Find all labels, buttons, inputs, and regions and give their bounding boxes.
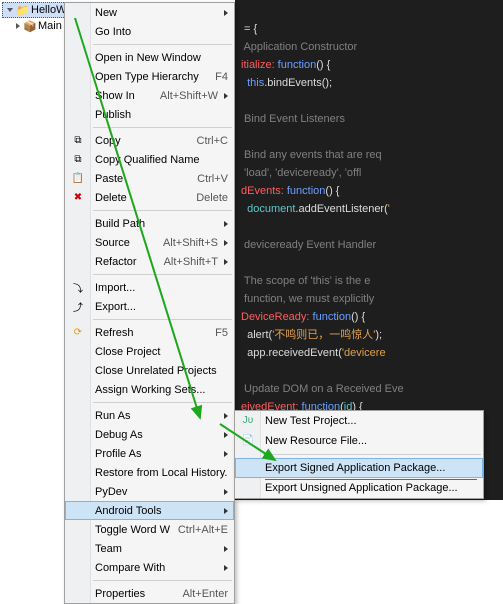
menu-separator [93, 402, 232, 403]
menu-item-build-path[interactable]: Build Path [65, 214, 234, 233]
menu-item-pydev[interactable]: PyDev [65, 482, 234, 501]
tree-item-root[interactable]: 📁 HelloW [2, 2, 66, 18]
tree-item-label: Main [38, 20, 62, 32]
submenu-arrow-icon [224, 259, 228, 265]
code-line: this [241, 77, 264, 89]
menu-item-android-tools[interactable]: Android Tools [65, 501, 234, 520]
submenu-arrow-icon [224, 565, 228, 571]
submenu-arrow-icon [224, 240, 228, 246]
package-icon: 📦 [24, 20, 36, 32]
submenu-arrow-icon [224, 508, 228, 514]
code-line: deviceready Event Handler [241, 239, 376, 251]
code-line: app.receivedEvent( [241, 347, 342, 359]
code-line: The scope of 'this' is the e [241, 275, 370, 287]
menu-item-profile-as[interactable]: Profile As [65, 444, 234, 463]
menu-item-toggle-word-wrap[interactable]: Toggle Word WrapCtrl+Alt+E [65, 520, 234, 539]
project-explorer[interactable]: 📁 HelloW 📦 Main [2, 2, 66, 498]
file-icon: 📄 [240, 433, 256, 447]
menu-item-source[interactable]: SourceAlt+Shift+S [65, 233, 234, 252]
menu-item-properties[interactable]: PropertiesAlt+Enter [65, 584, 234, 603]
code-line: Application Constructor [241, 41, 357, 53]
menu-item-import[interactable]: ⤵Import... [65, 278, 234, 297]
submenu-arrow-icon [224, 93, 228, 99]
code-line: = { [241, 23, 257, 35]
submenu-arrow-icon [224, 489, 228, 495]
menu-item-compare-with[interactable]: Compare With [65, 558, 234, 577]
submenu-item-export-unsigned[interactable]: Export Unsigned Application Package... [235, 478, 483, 498]
menu-item-go-into[interactable]: Go Into [65, 22, 234, 41]
import-icon: ⤵ [70, 280, 86, 294]
menu-item-open-type-hierarchy[interactable]: Open Type HierarchyF4 [65, 67, 234, 86]
code-line: 'load', 'deviceready', 'offl [241, 167, 361, 179]
menu-separator [93, 319, 232, 320]
caret-right-icon [16, 23, 20, 29]
menu-item-open-new-window[interactable]: Open in New Window [65, 48, 234, 67]
context-menu: New Go Into Open in New Window Open Type… [64, 2, 235, 604]
menu-item-refresh[interactable]: ⟳RefreshF5 [65, 323, 234, 342]
menu-item-new[interactable]: New [65, 3, 234, 22]
menu-item-assign-ws[interactable]: Assign Working Sets... [65, 380, 234, 399]
code-line: alert( [241, 329, 272, 341]
submenu-arrow-icon [224, 432, 228, 438]
code-line: function, we must explicitly [241, 293, 374, 305]
submenu-arrow-icon [224, 413, 228, 419]
submenu-arrow-icon [224, 10, 228, 16]
menu-item-refactor[interactable]: RefactorAlt+Shift+T [65, 252, 234, 271]
menu-item-export[interactable]: ⤴Export... [65, 297, 234, 316]
menu-item-copy[interactable]: ⧉CopyCtrl+C [65, 131, 234, 150]
code-line: dEvents: [241, 185, 284, 197]
menu-separator [93, 127, 232, 128]
submenu-arrow-icon [224, 546, 228, 552]
menu-item-close-unrelated[interactable]: Close Unrelated Projects [65, 361, 234, 380]
code-line: DeviceReady: [241, 311, 309, 323]
code-line: itialize: [241, 59, 275, 71]
menu-separator [93, 580, 232, 581]
submenu-item-new-resource[interactable]: 📄New Resource File... [235, 431, 483, 451]
paste-icon: 📋 [70, 171, 86, 185]
menu-item-close-project[interactable]: Close Project [65, 342, 234, 361]
submenu-arrow-icon [224, 221, 228, 227]
submenu-item-export-signed[interactable]: Export Signed Application Package... [235, 458, 483, 478]
tree-item-child[interactable]: 📦 Main [2, 18, 66, 34]
code-line: Bind Event Listeners [241, 113, 345, 125]
menu-item-restore[interactable]: Restore from Local History... [65, 463, 234, 482]
menu-item-debug-as[interactable]: Debug As [65, 425, 234, 444]
menu-separator [263, 454, 481, 455]
code-line: Bind any events that are req [241, 149, 382, 161]
tree-item-label: HelloW [31, 4, 66, 16]
menu-item-delete[interactable]: ✖DeleteDelete [65, 188, 234, 207]
menu-item-run-as[interactable]: Run As [65, 406, 234, 425]
export-icon: ⤴ [70, 299, 86, 313]
submenu-item-new-test[interactable]: JυNew Test Project... [235, 411, 483, 431]
copy-icon: ⧉ [70, 133, 86, 147]
code-line: document [241, 203, 295, 215]
menu-item-paste[interactable]: 📋PasteCtrl+V [65, 169, 234, 188]
delete-icon: ✖ [70, 190, 86, 204]
menu-separator [93, 210, 232, 211]
menu-item-publish[interactable]: Publish [65, 105, 234, 124]
menu-item-copy-qualified[interactable]: ⧉Copy Qualified Name [65, 150, 234, 169]
menu-separator [93, 274, 232, 275]
refresh-icon: ⟳ [70, 325, 86, 339]
submenu-arrow-icon [224, 451, 228, 457]
caret-down-icon [7, 8, 13, 12]
copy-icon: ⧉ [70, 152, 86, 166]
menu-item-show-in[interactable]: Show InAlt+Shift+W [65, 86, 234, 105]
menu-item-team[interactable]: Team [65, 539, 234, 558]
project-icon: 📁 [17, 4, 29, 16]
code-line: Update DOM on a Received Eve [241, 383, 404, 395]
junit-icon: Jυ [240, 413, 256, 427]
menu-separator [93, 44, 232, 45]
android-tools-submenu: JυNew Test Project... 📄New Resource File… [234, 410, 484, 499]
